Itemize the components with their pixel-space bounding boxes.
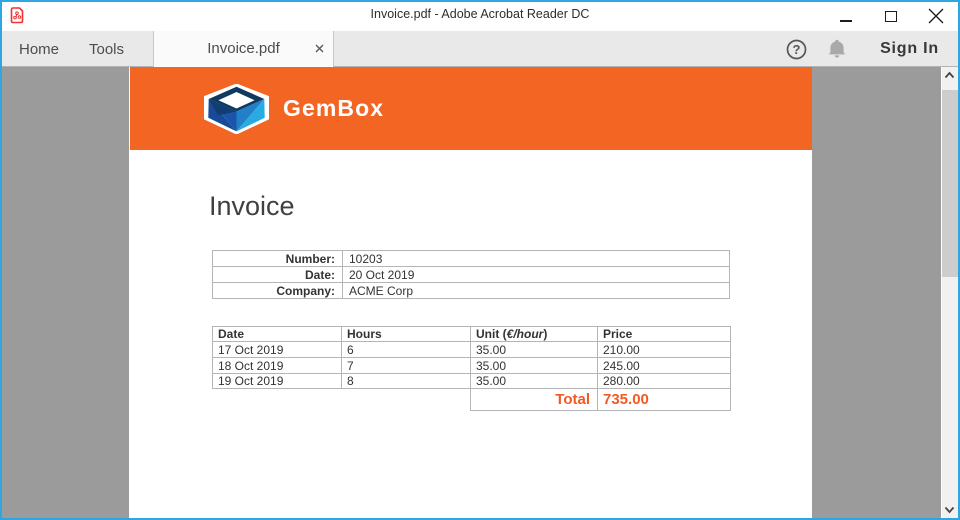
svg-text:?: ? — [793, 42, 801, 57]
